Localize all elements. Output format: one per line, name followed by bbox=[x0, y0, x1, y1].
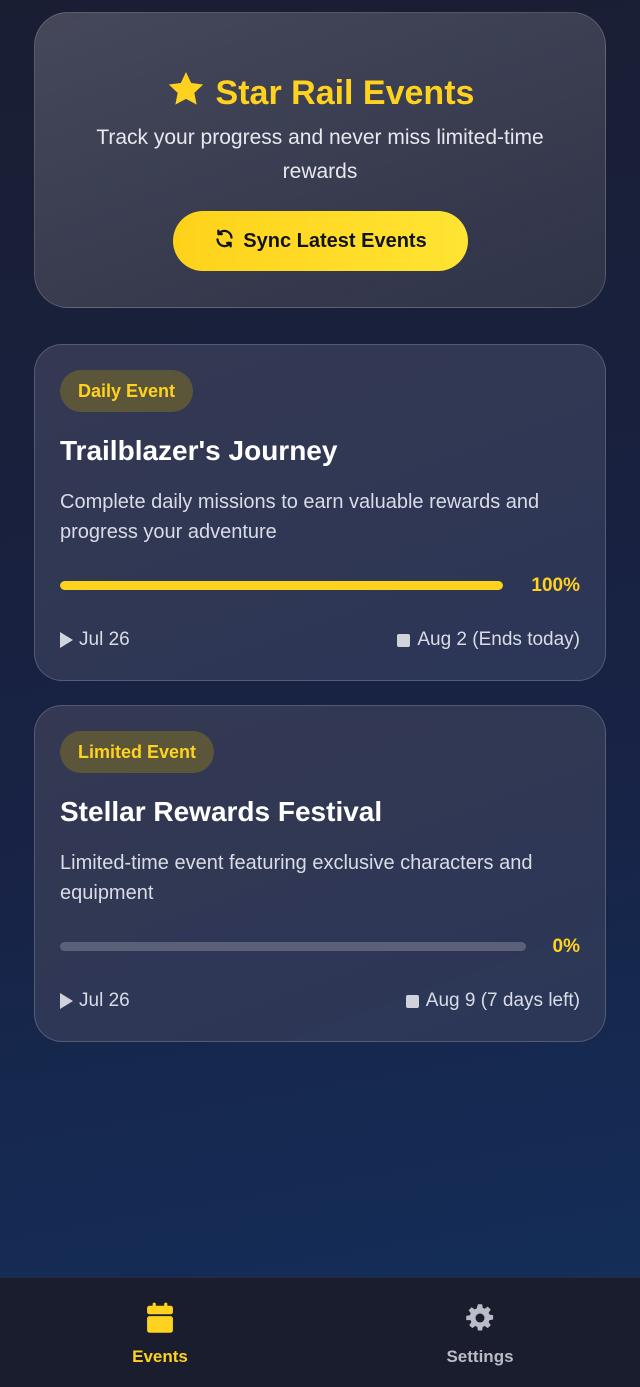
calendar-icon bbox=[145, 1302, 175, 1339]
event-end-date: Aug 2 (Ends today) bbox=[397, 629, 580, 651]
nav-item-events[interactable]: Events bbox=[0, 1278, 320, 1387]
stop-icon bbox=[397, 633, 411, 647]
event-start-date: Jul 26 bbox=[60, 629, 130, 651]
nav-item-settings[interactable]: Settings bbox=[320, 1278, 640, 1387]
play-icon bbox=[60, 632, 73, 648]
header-card: Star Rail Events Track your progress and… bbox=[34, 12, 606, 308]
progress-bar bbox=[60, 942, 526, 951]
play-icon bbox=[60, 993, 73, 1009]
event-start-date: Jul 26 bbox=[60, 990, 130, 1012]
page-subtitle: Track your progress and never miss limit… bbox=[96, 126, 544, 183]
stop-icon bbox=[405, 994, 419, 1008]
sync-button-label: Sync Latest Events bbox=[243, 229, 427, 252]
star-icon bbox=[166, 69, 206, 118]
refresh-icon bbox=[214, 228, 235, 255]
page-title: Star Rail Events bbox=[35, 69, 605, 118]
event-type-badge: Limited Event bbox=[60, 731, 215, 773]
event-card[interactable]: Daily Event Trailblazer's Journey Comple… bbox=[34, 344, 606, 681]
progress-percent: 100% bbox=[531, 575, 580, 596]
progress-fill bbox=[60, 581, 503, 590]
event-card[interactable]: Limited Event Stellar Rewards Festival L… bbox=[34, 705, 606, 1042]
event-description: Limited-time event featuring exclusive c… bbox=[60, 852, 533, 904]
event-title: Trailblazer's Journey bbox=[60, 435, 338, 466]
bottom-nav: Events Settings bbox=[0, 1277, 640, 1387]
event-end-date: Aug 9 (7 days left) bbox=[405, 990, 580, 1012]
start-date-text: Jul 26 bbox=[79, 990, 130, 1011]
end-date-text: Aug 9 (7 days left) bbox=[425, 990, 580, 1011]
end-date-text: Aug 2 (Ends today) bbox=[417, 629, 580, 650]
start-date-text: Jul 26 bbox=[79, 629, 130, 650]
nav-label-events: Events bbox=[132, 1347, 188, 1366]
event-description: Complete daily missions to earn valuable… bbox=[60, 491, 540, 543]
nav-label-settings: Settings bbox=[446, 1347, 514, 1366]
event-type-badge: Daily Event bbox=[60, 370, 194, 412]
progress-bar bbox=[60, 581, 503, 590]
app-title: Star Rail Events bbox=[215, 74, 475, 112]
event-title: Stellar Rewards Festival bbox=[60, 796, 383, 827]
progress-percent: 0% bbox=[552, 936, 580, 957]
gear-icon bbox=[465, 1302, 495, 1339]
sync-events-button[interactable]: Sync Latest Events bbox=[173, 211, 468, 271]
